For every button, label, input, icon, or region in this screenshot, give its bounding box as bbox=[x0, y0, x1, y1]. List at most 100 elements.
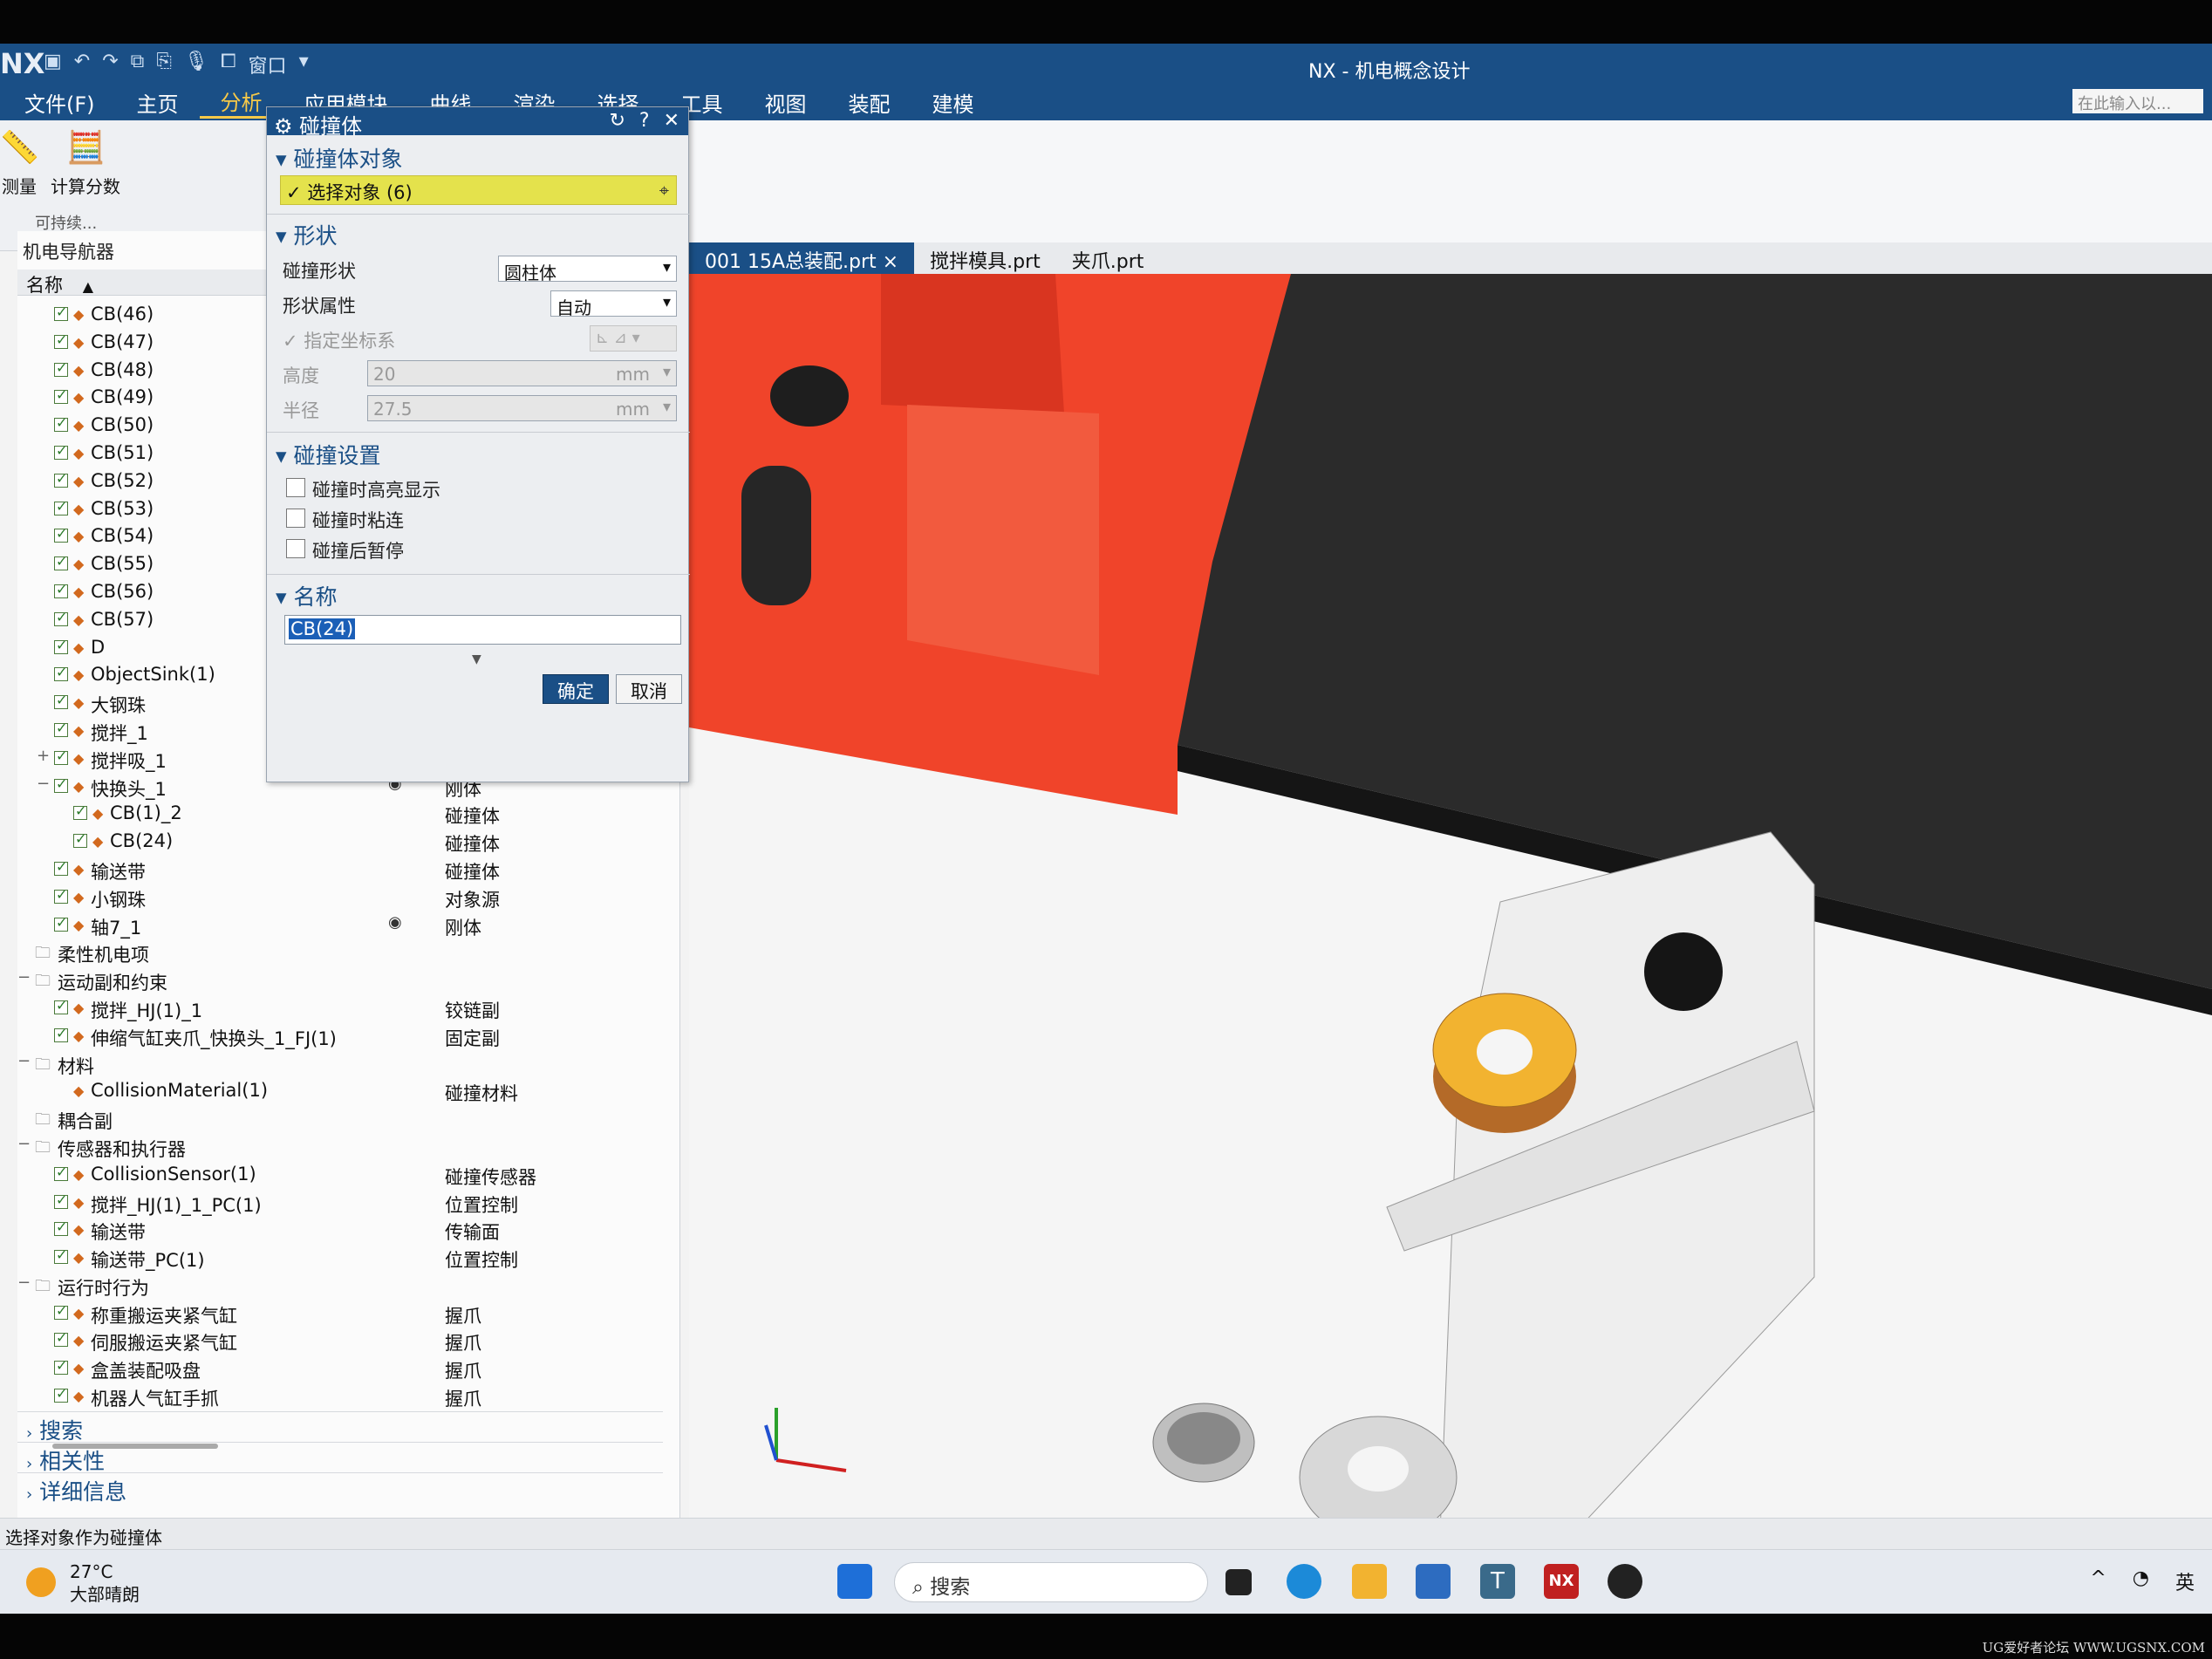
csys-picker[interactable]: ⊾ ⊿ ▾ bbox=[590, 325, 677, 352]
visibility-checkbox[interactable] bbox=[54, 414, 68, 433]
close-icon[interactable]: ✕ bbox=[664, 110, 679, 132]
visibility-checkbox[interactable] bbox=[54, 1164, 68, 1181]
section-dependencies[interactable]: › 相关性 bbox=[17, 1442, 663, 1474]
tree-row[interactable]: ◆ CB(1)_2 碰撞体 bbox=[17, 800, 672, 828]
store-icon[interactable] bbox=[1416, 1564, 1451, 1599]
collapse-icon[interactable]: − bbox=[17, 1052, 31, 1070]
visibility-checkbox[interactable] bbox=[54, 664, 68, 682]
tree-row[interactable]: ◆ 伺服搬运夹紧气缸 握爪 bbox=[17, 1327, 672, 1355]
height-field[interactable]: 20 mm bbox=[367, 360, 677, 386]
cancel-button[interactable]: 取消 bbox=[616, 674, 682, 704]
shape-attr-select[interactable]: 自动 bbox=[550, 290, 677, 318]
tree-row[interactable]: ◆ CB(24) 碰撞体 bbox=[17, 828, 672, 856]
group-name[interactable]: ▾ 名称 bbox=[276, 580, 338, 611]
collapse-icon[interactable]: − bbox=[17, 968, 31, 987]
chevron-down-icon[interactable]: ▾ bbox=[299, 51, 309, 79]
tree-row[interactable]: ◆ 盒盖装配吸盘 握爪 bbox=[17, 1355, 672, 1382]
tree-row[interactable]: ◆ CollisionSensor(1) 碰撞传感器 bbox=[17, 1161, 672, 1189]
menu-modeling[interactable]: 建模 bbox=[911, 87, 995, 118]
tree-row[interactable]: − 🗀 材料 bbox=[17, 1050, 672, 1078]
collapse-icon[interactable]: − bbox=[17, 1135, 31, 1153]
black-pin-top[interactable] bbox=[770, 365, 849, 427]
tree-row[interactable]: 🗀 耦合副 bbox=[17, 1105, 672, 1133]
visibility-checkbox[interactable] bbox=[54, 997, 68, 1014]
select-object-button[interactable]: ✓ 选择对象 (6) ⌖ bbox=[280, 175, 677, 205]
windows-start-icon[interactable] bbox=[837, 1564, 872, 1599]
tab-assembly[interactable]: 001 15A总装配.prt × bbox=[689, 242, 915, 274]
menu-assembly[interactable]: 装配 bbox=[828, 87, 911, 118]
graphics-viewport[interactable] bbox=[689, 274, 2212, 1556]
tree-row[interactable]: ◆ 称重搬运夹紧气缸 握爪 bbox=[17, 1300, 672, 1328]
shape-select[interactable]: 圆柱体 bbox=[498, 256, 677, 283]
stick-checkbox[interactable] bbox=[286, 509, 305, 528]
dialog-title-bar[interactable]: ⚙ 碰撞体 ↻ ? ✕ bbox=[267, 107, 688, 139]
visibility-checkbox[interactable] bbox=[54, 775, 68, 793]
reset-icon[interactable]: ↻ bbox=[609, 110, 625, 132]
visibility-checkbox[interactable] bbox=[54, 525, 68, 543]
visibility-checkbox[interactable] bbox=[54, 498, 68, 515]
visibility-checkbox[interactable] bbox=[54, 858, 68, 876]
eye-icon[interactable]: ◉ bbox=[388, 913, 402, 932]
visibility-checkbox[interactable] bbox=[73, 802, 87, 821]
tree-row[interactable]: ◆ 搅拌_HJ(1)_1_PC(1) 位置控制 bbox=[17, 1189, 672, 1217]
file-explorer-icon[interactable] bbox=[1352, 1564, 1387, 1599]
tree-row[interactable]: ◆ 伸缩气缸夹爪_快换头_1_FJ(1) 固定副 bbox=[17, 1022, 672, 1050]
visibility-checkbox[interactable] bbox=[54, 553, 68, 571]
chevron-down-icon[interactable]: ▼ bbox=[472, 652, 481, 666]
tree-row[interactable]: − 🗀 传感器和执行器 bbox=[17, 1133, 672, 1161]
tree-row[interactable]: 🗀 柔性机电项 bbox=[17, 939, 672, 966]
name-input[interactable]: CB(24) bbox=[284, 615, 681, 645]
tree-row[interactable]: ◆ CollisionMaterial(1) 碰撞材料 bbox=[17, 1077, 672, 1105]
paste-icon[interactable]: ⎘ bbox=[156, 51, 172, 79]
tree-row[interactable]: ◆ 输送带 传输面 bbox=[17, 1216, 672, 1244]
visibility-checkbox[interactable] bbox=[54, 1025, 68, 1042]
visibility-checkbox[interactable] bbox=[54, 748, 68, 765]
measure-button[interactable]: 📏 测量 bbox=[0, 129, 39, 198]
visibility-checkbox[interactable] bbox=[54, 914, 68, 932]
redo-icon[interactable]: ↷ bbox=[102, 51, 118, 79]
edge-icon[interactable] bbox=[1287, 1564, 1321, 1599]
model-view[interactable] bbox=[689, 274, 2212, 1556]
copy-icon[interactable]: ⧉ bbox=[131, 51, 145, 79]
visibility-checkbox[interactable] bbox=[54, 1219, 68, 1237]
radius-field[interactable]: 27.5 mm bbox=[367, 395, 677, 421]
visibility-checkbox[interactable] bbox=[54, 331, 68, 349]
visibility-checkbox[interactable] bbox=[54, 1302, 68, 1320]
task-view-icon[interactable] bbox=[1225, 1569, 1252, 1595]
weather-widget[interactable]: 27°C 大部晴朗 bbox=[26, 1560, 140, 1606]
group-shape[interactable]: ▾ 形状 bbox=[276, 219, 338, 250]
taskbar-search[interactable]: ⌕ 搜索 bbox=[894, 1562, 1208, 1602]
visibility-checkbox[interactable] bbox=[54, 720, 68, 737]
visibility-checkbox[interactable] bbox=[54, 581, 68, 598]
tab-mold[interactable]: 搅拌模具.prt bbox=[914, 242, 1056, 274]
visibility-checkbox[interactable] bbox=[54, 1357, 68, 1376]
collapse-icon[interactable]: − bbox=[17, 1273, 31, 1292]
visibility-checkbox[interactable] bbox=[73, 830, 87, 849]
tab-gripper[interactable]: 夹爪.prt bbox=[1056, 242, 1160, 274]
pause-checkbox[interactable] bbox=[286, 539, 305, 558]
highlight-checkbox[interactable] bbox=[286, 478, 305, 497]
section-search[interactable]: › 搜索 bbox=[17, 1411, 663, 1444]
menu-home[interactable]: 主页 bbox=[116, 87, 200, 118]
ok-button[interactable]: 确定 bbox=[543, 674, 609, 704]
section-details[interactable]: › 详细信息 bbox=[17, 1472, 663, 1505]
tree-row[interactable]: ◆ 输送带 碰撞体 bbox=[17, 856, 672, 884]
group-collision-settings[interactable]: ▾ 碰撞设置 bbox=[276, 439, 381, 470]
visibility-checkbox[interactable] bbox=[54, 1385, 68, 1403]
visibility-checkbox[interactable] bbox=[54, 637, 68, 654]
tree-row[interactable]: ◆ 小钢珠 对象源 bbox=[17, 884, 672, 911]
window-menu[interactable]: 窗口 bbox=[249, 51, 287, 79]
command-finder[interactable]: 在此输入以... bbox=[2072, 89, 2203, 113]
tree-row[interactable]: − 🗀 运行时行为 bbox=[17, 1272, 672, 1300]
visibility-checkbox[interactable] bbox=[54, 1246, 68, 1265]
nx-taskbar-icon[interactable]: NX bbox=[1544, 1564, 1579, 1599]
undo-icon[interactable]: ↶ bbox=[74, 51, 90, 79]
collapse-icon[interactable]: − bbox=[37, 775, 50, 793]
visibility-checkbox[interactable] bbox=[54, 609, 68, 626]
network-icon[interactable]: ◔ bbox=[2133, 1567, 2149, 1595]
visibility-checkbox[interactable] bbox=[54, 886, 68, 904]
qq-icon[interactable] bbox=[1608, 1564, 1642, 1599]
tree-row[interactable]: ◆ 轴7_1 ◉ 刚体 bbox=[17, 911, 672, 939]
ime-indicator[interactable]: 英 bbox=[2175, 1567, 2195, 1595]
tree-row[interactable]: − 🗀 运动副和约束 bbox=[17, 966, 672, 994]
